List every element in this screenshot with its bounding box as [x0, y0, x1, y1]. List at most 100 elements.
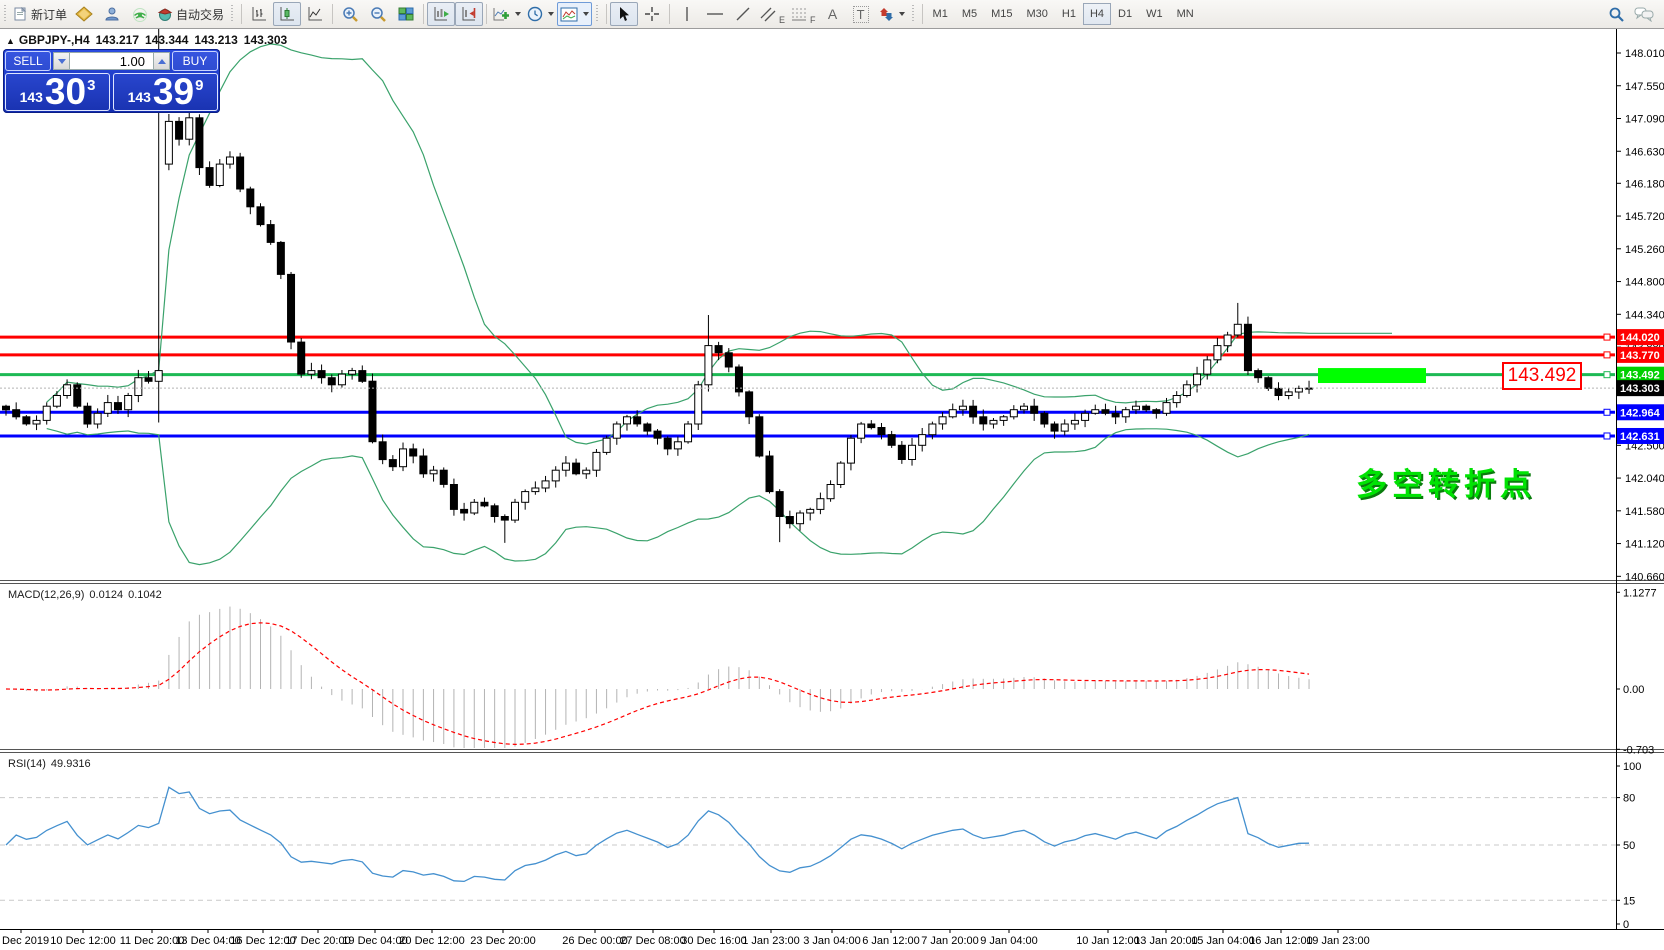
auto-scroll-button[interactable] [427, 2, 455, 26]
chinese-annotation[interactable]: 多空转折点 [1356, 459, 1536, 504]
arrows-dropdown-arrow[interactable] [899, 12, 905, 16]
sell-price-button[interactable]: 143303 [5, 73, 110, 111]
trendline-button[interactable] [729, 2, 757, 26]
timeframe-button-H4[interactable]: H4 [1083, 3, 1111, 25]
tile-windows-button[interactable] [392, 2, 420, 26]
sell-button[interactable]: SELL [5, 51, 51, 71]
toolbar-grip[interactable] [3, 5, 8, 23]
buy-price-prefix: 143 [128, 89, 151, 105]
rsi-value: 49.9316 [51, 758, 91, 770]
autotrading-button[interactable]: 自动交易 [154, 2, 227, 26]
arrows-icon [878, 6, 894, 22]
candlestick-chart-button[interactable] [273, 2, 301, 26]
profile-button[interactable] [98, 2, 126, 26]
periods-button[interactable] [524, 2, 557, 26]
lot-stepper: 1.00 [53, 52, 170, 70]
indicators-button[interactable] [490, 2, 524, 26]
price-axis[interactable]: 148.010147.550147.090146.630146.180145.7… [1604, 48, 1664, 931]
timeframe-button-M30[interactable]: M30 [1020, 3, 1055, 25]
text-label-button[interactable]: T [847, 2, 875, 26]
toolbar-grip[interactable] [911, 5, 916, 23]
chat-button[interactable] [1630, 2, 1658, 26]
timeframe-button-M1[interactable]: M1 [926, 3, 955, 25]
templates-button[interactable] [557, 2, 592, 26]
cursor-button[interactable] [610, 2, 638, 26]
fibonacci-button[interactable]: F [788, 2, 819, 26]
svg-text:143.303: 143.303 [1620, 383, 1660, 395]
svg-text:26 Dec 00:00: 26 Dec 00:00 [562, 935, 627, 947]
timeframe-button-MN[interactable]: MN [1170, 3, 1201, 25]
new-order-label: 新订单 [31, 6, 67, 23]
search-button[interactable] [1602, 2, 1630, 26]
timeframe-button-M15[interactable]: M15 [984, 3, 1019, 25]
vertical-line-button[interactable] [673, 2, 701, 26]
timeframe-button-M5[interactable]: M5 [955, 3, 984, 25]
buy-price-sup: 9 [195, 75, 203, 94]
metaeditor-button[interactable] [70, 2, 98, 26]
price-annotation-box[interactable]: 143.492 [1502, 362, 1582, 390]
bar-chart-button[interactable] [245, 2, 273, 26]
svg-text:-0.703: -0.703 [1623, 744, 1654, 756]
periods-dropdown-arrow[interactable] [548, 12, 554, 16]
chart-shift-button[interactable] [455, 2, 483, 26]
svg-text:20 Dec 12:00: 20 Dec 12:00 [399, 935, 464, 947]
svg-text:141.580: 141.580 [1625, 506, 1664, 518]
zoom-out-button[interactable] [364, 2, 392, 26]
ohlc-open: 143.217 [96, 33, 139, 47]
svg-text:142.631: 142.631 [1620, 431, 1660, 443]
rsi-indicator-label: RSI(14)49.9316 [8, 758, 96, 770]
svg-text:13 Jan 20:00: 13 Jan 20:00 [1134, 935, 1198, 947]
toolbar-grip[interactable] [595, 5, 600, 23]
svg-text:148.010: 148.010 [1625, 48, 1664, 60]
svg-text:143.770: 143.770 [1620, 350, 1660, 362]
lot-decrease-button[interactable] [53, 52, 70, 70]
candlestick-chart-icon [279, 6, 295, 22]
cursor-icon [617, 6, 631, 22]
svg-text:147.090: 147.090 [1625, 114, 1664, 126]
symbol-name: GBPJPY-,H4 [19, 33, 90, 47]
equidistant-channel-icon [760, 6, 776, 22]
vertical-line-icon [680, 6, 694, 22]
svg-text:16 Jan 12:00: 16 Jan 12:00 [1249, 935, 1313, 947]
arrows-button[interactable] [875, 2, 908, 26]
lot-size-field[interactable]: 1.00 [70, 52, 153, 70]
templates-dropdown-arrow[interactable] [583, 12, 589, 16]
macd-signal-line [6, 623, 1309, 745]
timeframe-button-W1[interactable]: W1 [1139, 3, 1170, 25]
ohlc-low: 143.213 [194, 33, 237, 47]
svg-text:143.492: 143.492 [1620, 370, 1660, 382]
chart-shift-icon [461, 6, 478, 22]
svg-text:80: 80 [1623, 793, 1635, 805]
lot-increase-button[interactable] [153, 52, 170, 70]
toolbar-separator [332, 4, 333, 24]
timeframe-button-D1[interactable]: D1 [1111, 3, 1139, 25]
collapse-panel-arrow[interactable]: ▲ [6, 36, 15, 46]
zoom-in-button[interactable] [336, 2, 364, 26]
channel-button[interactable]: E [757, 2, 788, 26]
horizontal-line-button[interactable] [701, 2, 729, 26]
macd-value-signal: 0.1042 [128, 589, 162, 601]
svg-text:142.040: 142.040 [1625, 473, 1664, 485]
svg-text:19 Dec 04:00: 19 Dec 04:00 [342, 935, 407, 947]
profile-icon [104, 6, 120, 22]
highlight-rectangle[interactable] [1318, 368, 1426, 383]
signals-button[interactable] [126, 2, 154, 26]
time-axis[interactable]: 9 Dec 201910 Dec 12:0011 Dec 20:0013 Dec… [0, 929, 1370, 947]
timeframe-button-H1[interactable]: H1 [1055, 3, 1083, 25]
svg-text:9 Jan 04:00: 9 Jan 04:00 [980, 935, 1038, 947]
text-button[interactable]: A [819, 2, 847, 26]
buy-price-button[interactable]: 143399 [113, 73, 218, 111]
templates-icon [560, 7, 578, 22]
crosshair-button[interactable] [638, 2, 666, 26]
svg-text:144.340: 144.340 [1625, 309, 1664, 321]
toolbar-grip[interactable] [230, 5, 235, 23]
svg-text:146.180: 146.180 [1625, 178, 1664, 190]
ohlc-high: 143.344 [145, 33, 188, 47]
new-order-button[interactable]: 新订单 [11, 2, 70, 26]
horizontal-level-lines[interactable] [0, 337, 1616, 436]
indicators-dropdown-arrow[interactable] [515, 12, 521, 16]
bollinger-bands [47, 44, 1392, 565]
fibonacci-icon [791, 6, 807, 22]
line-chart-button[interactable] [301, 2, 329, 26]
buy-button[interactable]: BUY [172, 51, 218, 71]
